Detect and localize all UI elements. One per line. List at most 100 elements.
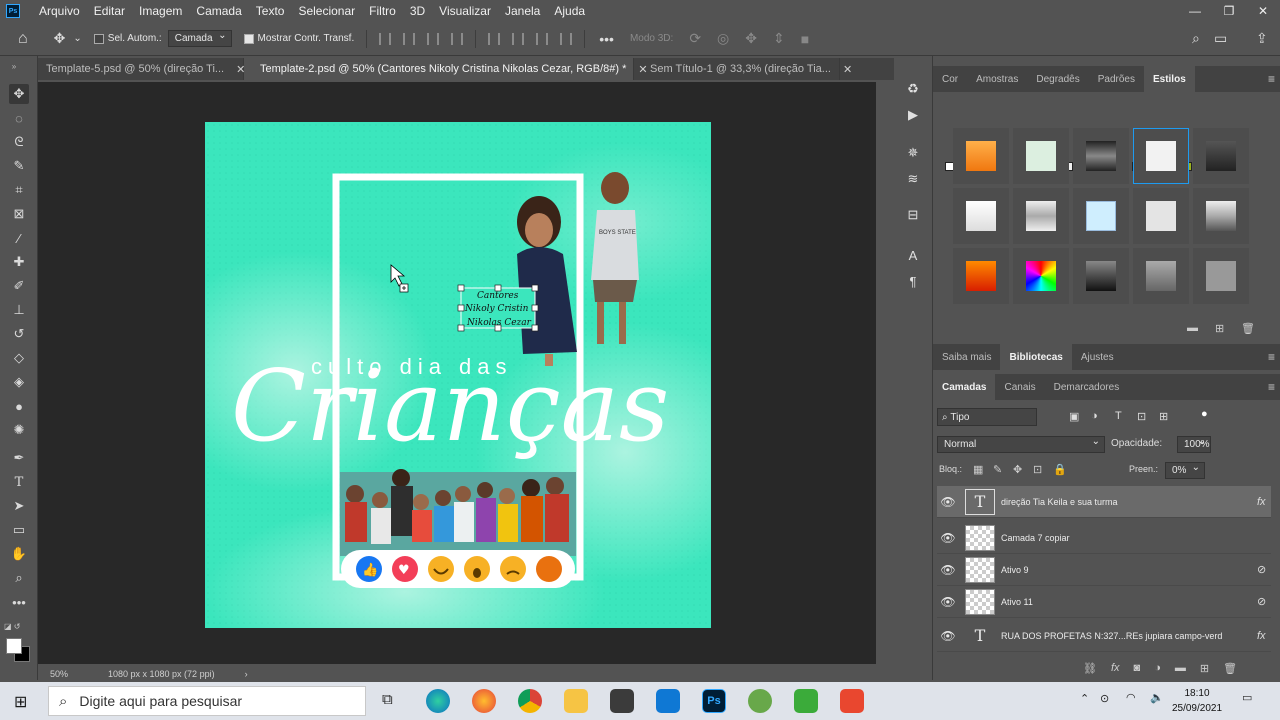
tab-template-5[interactable]: Template-5.psd @ 50% (direção Ti... ✕ (30, 58, 245, 80)
filter-adjust-icon[interactable]: ◑ (1091, 410, 1098, 422)
paint-bucket-icon[interactable]: ◈ (9, 372, 29, 392)
more-options-icon[interactable]: ••• (599, 31, 614, 47)
auto-select-dropdown[interactable]: Camada (167, 30, 232, 47)
search-icon[interactable]: ⌕ (1192, 30, 1200, 47)
history-panel-icon[interactable]: ♻ (902, 78, 924, 100)
style-steel[interactable] (1133, 248, 1189, 304)
filter-smart-icon[interactable]: ⊞ (1159, 410, 1168, 423)
panel-menu-icon[interactable]: ≡ (1268, 350, 1275, 364)
mail-icon[interactable] (656, 689, 680, 713)
tab-degrades[interactable]: Degradês (1027, 66, 1088, 92)
link-layers-icon[interactable]: ⛓ (1083, 662, 1097, 675)
style-orange[interactable] (953, 128, 1009, 184)
fx-icon[interactable]: fx (1257, 630, 1271, 642)
more-tools-icon[interactable]: ••• (9, 592, 29, 612)
app-red-icon[interactable] (840, 689, 864, 713)
camera-3d-icon[interactable]: ■ (801, 31, 809, 47)
dodge-tool-icon[interactable]: ✺ (9, 420, 29, 440)
style-metal[interactable] (1193, 188, 1249, 244)
style-graphite[interactable] (1073, 248, 1129, 304)
new-layer-icon[interactable]: ⊞ (1200, 662, 1209, 675)
style-silver[interactable] (953, 188, 1009, 244)
visibility-eye-icon[interactable]: 👁 (937, 563, 959, 577)
link-icon[interactable]: ⊘ (1257, 595, 1271, 608)
filter-toggle-icon[interactable]: ● (1201, 408, 1208, 420)
paragraph-panel-icon[interactable]: ¶ (902, 270, 924, 292)
layer-row[interactable]: 👁 T direção Tia Keila e sua turma fx (937, 486, 1271, 518)
firefox-icon[interactable] (472, 689, 496, 713)
menu-arquivo[interactable]: Arquivo (32, 4, 87, 18)
menu-visualizar[interactable]: Visualizar (432, 4, 498, 18)
windows-start-icon[interactable]: ⊞ (14, 692, 27, 712)
chevron-right-icon[interactable]: › (245, 669, 248, 679)
selected-text-box[interactable]: Cantores Nikoly Cristin Nikolas Cezar (457, 284, 539, 332)
fx-icon[interactable]: fx (1257, 496, 1271, 508)
checkbox-box-checked[interactable] (243, 33, 254, 44)
volume-icon[interactable]: 🔈 (1150, 691, 1164, 704)
align-top-icon[interactable] (488, 32, 501, 45)
align-right-icon[interactable] (427, 32, 440, 45)
menu-selecionar[interactable]: Selecionar (291, 4, 362, 18)
store-icon[interactable] (610, 689, 634, 713)
align-middle-icon[interactable] (451, 32, 464, 45)
restore-icon[interactable]: ❐ (1212, 0, 1246, 22)
pen-tool-icon[interactable]: ✒ (9, 448, 29, 468)
actions-play-icon[interactable]: ▶ (902, 104, 924, 126)
move-tool-icon[interactable]: ✥ (9, 84, 29, 104)
distribute-icon[interactable] (560, 32, 573, 45)
style-light-grey[interactable] (1133, 188, 1189, 244)
path-select-icon[interactable]: ➤ (9, 496, 29, 516)
lock-pixels-icon[interactable]: ✎ (993, 463, 1002, 476)
panel-menu-icon[interactable]: ≡ (1268, 380, 1275, 394)
app-green-icon[interactable] (748, 689, 772, 713)
edge-icon[interactable] (426, 689, 450, 713)
align-center-icon[interactable] (403, 32, 416, 45)
frame-tool-icon[interactable]: ⊠ (9, 204, 29, 224)
blur-tool-icon[interactable]: ● (9, 396, 29, 416)
zoom-tool-icon[interactable]: ⌕ (9, 568, 29, 588)
clone-source-icon[interactable]: ⊟ (902, 204, 924, 226)
opacity-input[interactable]: 100% (1177, 436, 1211, 453)
style-dark[interactable] (1193, 128, 1249, 184)
eyedropper-icon[interactable]: ⁄ (9, 228, 29, 248)
style-mint[interactable] (1013, 128, 1069, 184)
blend-mode-dropdown[interactable]: Normal (937, 436, 1105, 453)
auto-select-checkbox[interactable]: Sel. Autom.: (93, 33, 162, 44)
lock-position-icon[interactable]: ✥ (1013, 463, 1022, 476)
style-dark-gradient[interactable] (1073, 128, 1129, 184)
foreground-color[interactable] (6, 638, 22, 654)
tab-canais[interactable]: Canais (995, 374, 1044, 400)
tab-amostras[interactable]: Amostras (967, 66, 1027, 92)
filter-shape-icon[interactable]: ⊡ (1137, 410, 1146, 423)
marquee-tool-icon[interactable]: ◌ (9, 108, 29, 128)
style-chrome[interactable] (1013, 188, 1069, 244)
minimize-icon[interactable]: — (1178, 0, 1212, 22)
crop-tool-icon[interactable]: ⌗ (9, 180, 29, 200)
healing-brush-icon[interactable]: ✚ (9, 252, 29, 272)
roll-3d-icon[interactable]: ◎ (717, 30, 729, 47)
style-light-blue[interactable] (1073, 188, 1129, 244)
menu-filtro[interactable]: Filtro (362, 4, 403, 18)
visibility-eye-icon[interactable]: 👁 (937, 629, 959, 643)
menu-texto[interactable]: Texto (249, 4, 292, 18)
close-window-icon[interactable]: ✕ (1246, 0, 1280, 22)
add-style-icon[interactable]: fx (1111, 662, 1120, 675)
tab-estilos[interactable]: Estilos (1143, 66, 1195, 92)
eraser-tool-icon[interactable]: ◇ (9, 348, 29, 368)
tab-camadas[interactable]: Camadas (933, 374, 996, 400)
filter-type-icon[interactable]: T (1115, 410, 1122, 422)
type-tool-icon[interactable]: T (9, 472, 29, 492)
tab-sem-titulo-1[interactable]: Sem Título-1 @ 33,3% (direção Tia... ✕ (634, 58, 852, 80)
chevron-down-icon[interactable]: ⌄ (73, 33, 81, 44)
notifications-icon[interactable]: ▭ (1242, 691, 1252, 704)
slide-3d-icon[interactable]: ⇕ (773, 30, 785, 47)
move-tool-icon[interactable]: ✥ (54, 30, 66, 47)
lock-all-icon[interactable]: 🔒 (1053, 463, 1067, 476)
add-mask-icon[interactable]: ◙ (1134, 662, 1141, 675)
lock-artboard-icon[interactable]: ⊡ (1033, 463, 1042, 476)
character-panel-icon[interactable]: A (902, 244, 924, 266)
close-icon[interactable]: ✕ (843, 63, 852, 76)
tab-demarcadores[interactable]: Demarcadores (1045, 374, 1129, 400)
menu-imagem[interactable]: Imagem (132, 4, 189, 18)
taskbar-search[interactable]: ⌕ Digite aqui para pesquisar (48, 686, 366, 716)
